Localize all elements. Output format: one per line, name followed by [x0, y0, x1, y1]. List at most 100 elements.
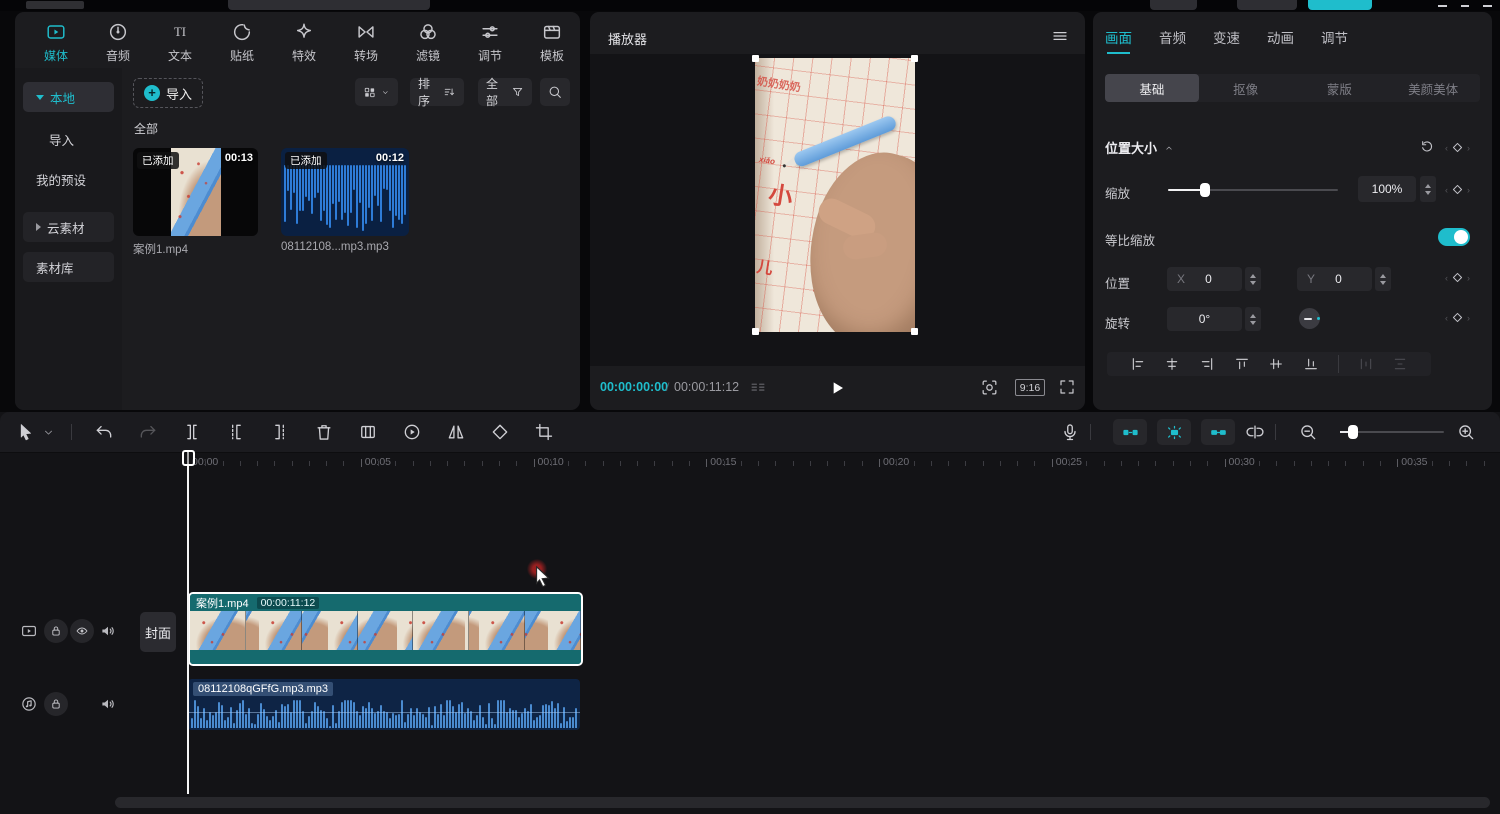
- rotation-dial[interactable]: [1299, 308, 1320, 329]
- link-toggle[interactable]: [1201, 419, 1235, 445]
- sidebar-item-local[interactable]: 本地: [23, 82, 114, 112]
- titlebar-button-1[interactable]: [1150, 0, 1197, 10]
- inspector-subtab-3[interactable]: 美颜美体: [1386, 74, 1480, 102]
- timeline-zoom-slider[interactable]: [1340, 431, 1444, 433]
- rotation-keyframe-button[interactable]: ‹›: [1445, 310, 1470, 325]
- align-top-button[interactable]: [1234, 356, 1250, 372]
- video-track-mute-button[interactable]: [99, 622, 117, 640]
- titlebar-project-button[interactable]: [228, 0, 430, 10]
- transform-handle[interactable]: [911, 328, 918, 335]
- filter-button[interactable]: 全部: [478, 78, 532, 106]
- media-item-video[interactable]: 已添加 00:13 案例1.mp4: [133, 148, 258, 257]
- view-mode-button[interactable]: [355, 78, 398, 106]
- position-x-field[interactable]: X 0: [1167, 267, 1242, 291]
- redo-button[interactable]: [138, 422, 158, 442]
- scale-keyframe-button[interactable]: ‹›: [1445, 182, 1470, 197]
- select-button[interactable]: [16, 422, 36, 442]
- track-split-button[interactable]: [1245, 422, 1265, 442]
- playhead-handle[interactable]: [182, 450, 195, 466]
- split-left-button[interactable]: [226, 422, 246, 442]
- split-right-button[interactable]: [270, 422, 290, 442]
- preview-quality-icon[interactable]: [980, 378, 999, 397]
- align-center-h-button[interactable]: [1164, 356, 1180, 372]
- align-bottom-button[interactable]: [1303, 356, 1319, 372]
- uniform-scale-toggle[interactable]: [1438, 228, 1470, 246]
- tab-text[interactable]: TI文本: [149, 12, 211, 64]
- window-controls[interactable]: [1438, 2, 1492, 9]
- inspector-tab-3[interactable]: 动画: [1267, 12, 1294, 62]
- align-left-button[interactable]: [1130, 356, 1146, 372]
- sidebar-item-library[interactable]: 素材库: [23, 252, 114, 282]
- inspector-tab-1[interactable]: 音频: [1159, 12, 1186, 62]
- search-button[interactable]: [540, 78, 570, 106]
- sidebar-item-import[interactable]: 导入: [23, 124, 114, 154]
- position-keyframe-button[interactable]: ‹›: [1445, 270, 1470, 285]
- scale-slider[interactable]: [1168, 189, 1338, 191]
- tab-templates[interactable]: 模板: [521, 12, 583, 64]
- tab-transitions[interactable]: 转场: [335, 12, 397, 64]
- transform-handle[interactable]: [911, 55, 918, 62]
- inspector-tab-0[interactable]: 画面: [1105, 12, 1132, 62]
- sidebar-item-cloud[interactable]: 云素材: [23, 212, 114, 242]
- audio-track-mute-button[interactable]: [99, 695, 117, 713]
- inspector-subtab-2[interactable]: 蒙版: [1293, 74, 1387, 102]
- inspector-subtab-1[interactable]: 抠像: [1199, 74, 1293, 102]
- preview-video[interactable]: 奶奶奶奶 xiǎo 小 儿 qiáo 桥: [755, 58, 915, 332]
- snap-toggle[interactable]: [1113, 419, 1147, 445]
- media-item-audio[interactable]: 已添加 00:12 08112108...mp3.mp3: [281, 148, 409, 253]
- reset-icon[interactable]: [1419, 139, 1435, 155]
- align-center-v-button[interactable]: [1268, 356, 1284, 372]
- titlebar-button-2[interactable]: [1237, 0, 1297, 10]
- rotate-button[interactable]: [490, 422, 510, 442]
- scale-slider-thumb[interactable]: [1200, 183, 1210, 197]
- split-button[interactable]: [182, 422, 202, 442]
- position-x-stepper[interactable]: [1245, 267, 1261, 291]
- export-button[interactable]: [1308, 0, 1372, 10]
- position-y-field[interactable]: Y 0: [1297, 267, 1372, 291]
- scale-stepper[interactable]: [1420, 176, 1436, 202]
- sidebar-item-presets[interactable]: 我的预设: [23, 164, 114, 194]
- zoom-out-button[interactable]: [1298, 422, 1318, 442]
- zoom-in-button[interactable]: [1456, 422, 1476, 442]
- inspector-tab-2[interactable]: 变速: [1213, 12, 1240, 62]
- section-position-size[interactable]: 位置大小: [1105, 138, 1175, 157]
- sort-button[interactable]: 排序: [410, 78, 464, 106]
- crop-button[interactable]: [534, 422, 554, 442]
- tab-filters[interactable]: 滤镜: [397, 12, 459, 64]
- tab-sticker[interactable]: 贴纸: [211, 12, 273, 64]
- fullscreen-icon[interactable]: [1058, 378, 1076, 396]
- audio-track-lock-button[interactable]: [44, 692, 68, 716]
- rotation-value-field[interactable]: 0°: [1167, 307, 1242, 331]
- playhead-line[interactable]: [187, 450, 189, 794]
- align-right-button[interactable]: [1199, 356, 1215, 372]
- transform-handle[interactable]: [752, 328, 759, 335]
- mic-button[interactable]: [1060, 422, 1080, 442]
- inspector-tab-4[interactable]: 调节: [1321, 12, 1348, 62]
- import-button[interactable]: + 导入: [133, 78, 203, 108]
- timeline-video-clip[interactable]: 案例1.mp4 00:00:11:12: [188, 592, 583, 666]
- timeline-ruler[interactable]: 00:0000:0500:1000:1500:2000:2500:3000:35: [130, 452, 1495, 474]
- mirror-button[interactable]: [446, 422, 466, 442]
- timeline-audio-clip[interactable]: 08112108qGFfG.mp3.mp3: [188, 679, 580, 730]
- chevron-down-button[interactable]: [42, 426, 55, 439]
- inspector-subtab-0[interactable]: 基础: [1105, 74, 1199, 102]
- scale-value-field[interactable]: 100%: [1358, 176, 1416, 202]
- undo-button[interactable]: [94, 422, 114, 442]
- horizontal-scrollbar[interactable]: [115, 797, 1490, 808]
- video-track-lock-button[interactable]: [44, 619, 68, 643]
- preview-axis-toggle[interactable]: [1157, 419, 1191, 445]
- tab-adjust[interactable]: 调节: [459, 12, 521, 64]
- cover-button[interactable]: 封面: [140, 612, 176, 652]
- keyframe-button[interactable]: ‹›: [1445, 140, 1470, 155]
- frame-view-icon[interactable]: [748, 378, 768, 398]
- transform-handle[interactable]: [752, 55, 759, 62]
- delete-button[interactable]: [314, 422, 334, 442]
- video-track-visibility-button[interactable]: [70, 619, 94, 643]
- aspect-ratio-button[interactable]: 9:16: [1015, 379, 1045, 396]
- zoom-slider-thumb[interactable]: [1348, 425, 1358, 439]
- rotation-stepper[interactable]: [1245, 307, 1261, 331]
- tab-effects[interactable]: 特效: [273, 12, 335, 64]
- reverse-button[interactable]: [402, 422, 422, 442]
- tab-media[interactable]: 媒体: [25, 12, 87, 64]
- freeze-button[interactable]: [358, 422, 378, 442]
